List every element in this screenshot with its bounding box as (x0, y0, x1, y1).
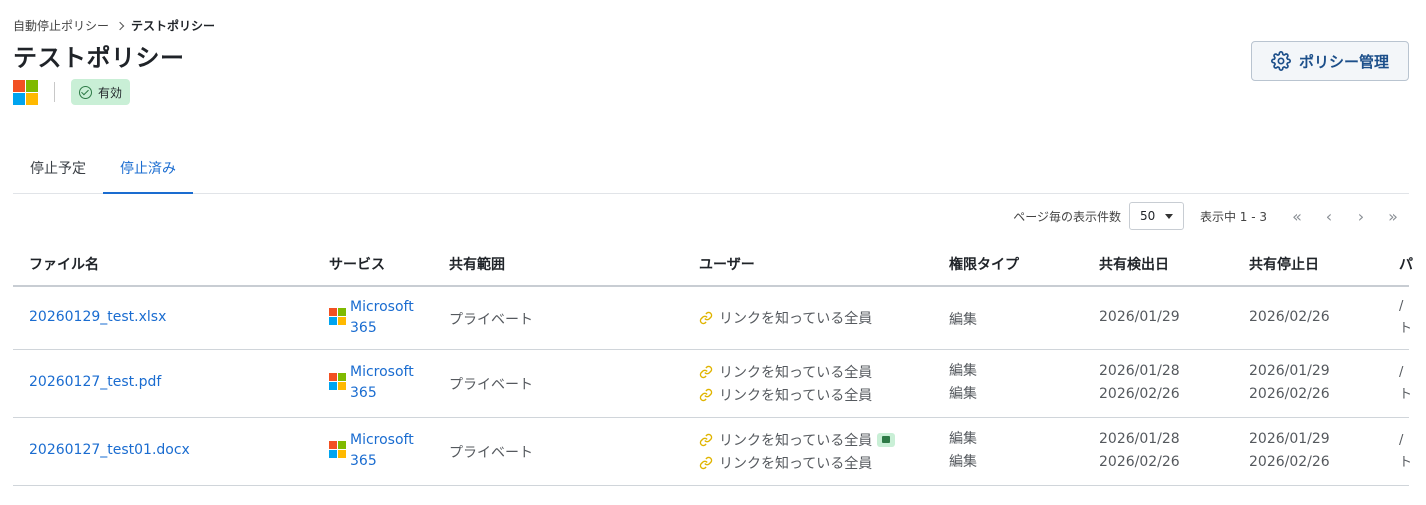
stopped-date: 2026/01/29 (1249, 431, 1330, 447)
permission-text: 編集 (949, 386, 977, 402)
link-icon (699, 456, 713, 469)
check-circle-icon (79, 85, 92, 99)
table-row: 20260127_test01.docx Microsoft 365 プライベート… (13, 418, 1413, 486)
chevron-right-icon (115, 21, 125, 30)
page-title: テストポリシー (13, 44, 185, 72)
detected-cell: 2026/01/28 2026/02/26 (1099, 428, 1180, 474)
detected-date: 2026/01/28 (1099, 363, 1180, 379)
stopped-cell: 2026/01/29 2026/02/26 (1249, 428, 1330, 474)
users-cell: リンクを知っている全員 リンクを知っている全員 (699, 428, 896, 474)
permission-text: 編集 (949, 431, 977, 447)
gear-icon (1271, 51, 1291, 71)
detected-cell: 2026/01/28 2026/02/26 (1099, 360, 1180, 406)
column-header[interactable]: 共有範囲 (449, 254, 505, 274)
user-entry: リンクを知っている全員 (699, 306, 872, 329)
column-header[interactable]: 共有検出日 (1099, 254, 1169, 274)
users-cell: リンクを知っている全員 リンクを知っている全員 (699, 360, 872, 406)
breadcrumb-current: テストポリシー (131, 19, 216, 33)
stopped-date: 2026/02/26 (1249, 309, 1330, 325)
permissions-cell: 編集 編集 (949, 360, 977, 406)
microsoft-logo (329, 308, 346, 325)
permission-text: 編集 (949, 454, 977, 470)
next-page-icon[interactable]: › (1345, 207, 1377, 226)
table-row: 20260129_test.xlsx Microsoft 365 プライベート リ… (13, 287, 1413, 350)
user-entry: リンクを知っている全員 (699, 383, 872, 406)
service-link[interactable]: Microsoft 365 (350, 297, 414, 339)
microsoft-logo (329, 441, 346, 458)
scope-text: プライベート (449, 377, 533, 393)
breadcrumb: 自動停止ポリシー テストポリシー (13, 17, 215, 34)
per-page-value: 50 (1139, 209, 1156, 223)
status-badge: 有効 (71, 79, 131, 105)
stopped-cell: 2026/01/29 2026/02/26 (1249, 360, 1330, 406)
pagination: ページ毎の表示件数 50 表示中 1 - 3 « ‹ › » (1013, 202, 1409, 230)
path-text: / ト (1399, 365, 1413, 402)
tab-scheduled[interactable]: 停止予定 (13, 148, 103, 194)
table-header: ファイル名 サービス 共有範囲 ユーザー 権限タイプ 共有検出日 共有停止日 パ (13, 237, 1413, 287)
column-header[interactable]: 権限タイプ (949, 254, 1019, 274)
service-cell: Microsoft 365 (329, 362, 414, 404)
stopped-date: 2026/02/26 (1249, 454, 1330, 470)
link-icon (699, 365, 713, 378)
microsoft-logo (329, 373, 346, 390)
file-name-link[interactable]: 20260129_test.xlsx (29, 309, 166, 325)
status-label: 有効 (98, 85, 123, 100)
detected-date: 2026/02/26 (1099, 386, 1180, 402)
per-page-select[interactable]: 50 (1128, 202, 1184, 230)
service-cell: Microsoft 365 (329, 430, 414, 472)
column-header[interactable]: ファイル名 (29, 254, 99, 274)
service-link[interactable]: Microsoft 365 (350, 430, 414, 472)
policy-manage-button[interactable]: ポリシー管理 (1251, 41, 1409, 81)
column-header[interactable]: ユーザー (699, 254, 755, 274)
permission-text: 編集 (949, 363, 977, 379)
users-cell: リンクを知っている全員 (699, 306, 872, 329)
per-page-label: ページ毎の表示件数 (1013, 209, 1121, 224)
column-header[interactable]: サービス (329, 254, 385, 274)
last-page-icon[interactable]: » (1377, 207, 1409, 226)
column-header[interactable]: パ (1399, 254, 1413, 274)
file-name-link[interactable]: 20260127_test01.docx (29, 442, 190, 458)
first-page-icon[interactable]: « (1281, 207, 1313, 226)
permissions-cell: 編集 編集 (949, 428, 977, 474)
path-text: / ト (1399, 299, 1413, 336)
scope-text: プライベート (449, 445, 533, 461)
caret-down-icon (1164, 213, 1173, 219)
policy-meta: 有効 (13, 79, 131, 105)
user-entry: リンクを知っている全員 (699, 428, 896, 451)
policy-manage-label: ポリシー管理 (1298, 52, 1389, 71)
link-icon (699, 388, 713, 401)
table-row: 20260127_test.pdf Microsoft 365 プライベート リン… (13, 350, 1413, 418)
stopped-date: 2026/01/29 (1249, 363, 1330, 379)
calendar-icon (877, 432, 896, 447)
prev-page-icon[interactable]: ‹ (1313, 207, 1345, 226)
detected-date: 2026/02/26 (1099, 454, 1180, 470)
tab-stopped[interactable]: 停止済み (103, 148, 193, 194)
file-table: ファイル名 サービス 共有範囲 ユーザー 権限タイプ 共有検出日 共有停止日 パ… (13, 237, 1413, 486)
tab-bar: 停止予定 停止済み (13, 148, 1409, 194)
stopped-date: 2026/02/26 (1249, 386, 1330, 402)
link-icon (699, 433, 713, 446)
microsoft-logo (13, 79, 38, 105)
user-entry: リンクを知っている全員 (699, 451, 895, 474)
service-link[interactable]: Microsoft 365 (350, 362, 414, 404)
service-cell: Microsoft 365 (329, 297, 414, 339)
detected-date: 2026/01/29 (1099, 309, 1180, 325)
link-icon (699, 311, 713, 324)
user-entry: リンクを知っている全員 (699, 360, 872, 383)
file-name-link[interactable]: 20260127_test.pdf (29, 374, 161, 390)
detected-date: 2026/01/28 (1099, 431, 1180, 447)
page-range: 表示中 1 - 3 (1199, 209, 1267, 224)
breadcrumb-parent[interactable]: 自動停止ポリシー (13, 17, 109, 34)
column-header[interactable]: 共有停止日 (1249, 254, 1319, 274)
scope-text: プライベート (449, 312, 533, 328)
divider (54, 82, 55, 102)
permission-text: 編集 (949, 312, 977, 328)
path-text: / ト (1399, 433, 1413, 470)
